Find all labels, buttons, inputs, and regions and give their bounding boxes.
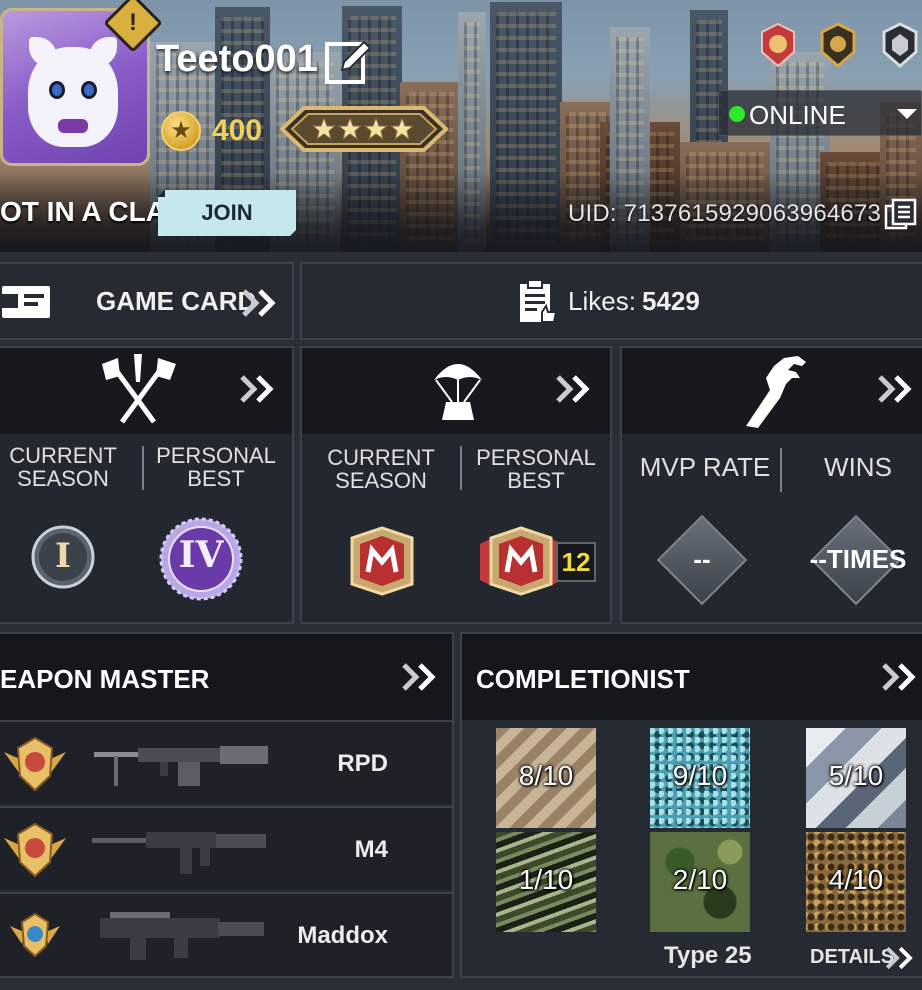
join-clan-button[interactable]: JOIN (158, 190, 296, 236)
camo-arctic-tile[interactable]: 5/10 (806, 728, 906, 828)
br-rank-badge-icon (350, 526, 414, 596)
avatar-eye (49, 81, 65, 99)
parachute-crate-icon (434, 364, 482, 420)
avatar-bow (58, 119, 88, 133)
avatar-eye (81, 81, 97, 99)
gold-winged-badge-icon (4, 736, 66, 792)
warning-glyph: ! (129, 9, 137, 36)
details-button[interactable]: DETAILS (810, 946, 894, 969)
best-rank-count-badge: 12 (556, 542, 596, 582)
wins-label: WINS (824, 452, 892, 482)
likes-label: Likes: (568, 286, 636, 316)
chevron-right-double-icon (400, 660, 442, 694)
zombies-stats-panel[interactable]: MVP RATE WINS -- --TIMES (620, 346, 922, 624)
camo-woodland-tile[interactable]: 2/10 (650, 832, 750, 932)
camo-progress: 2/10 (672, 864, 728, 895)
chevron-right-double-icon[interactable] (884, 944, 918, 972)
multiplayer-rank-panel[interactable]: CURRENT SEASON PERSONAL BEST I IV (0, 346, 294, 624)
completionist-header: COMPLETIONIST (462, 634, 922, 720)
personal-best-label: PERSONAL BEST (156, 443, 276, 491)
battle-royale-rank-panel[interactable]: CURRENT SEASON PERSONAL BEST 12 (300, 346, 612, 624)
divider (142, 446, 144, 490)
gold-winged-badge-icon (4, 822, 66, 878)
divider (460, 446, 462, 490)
clipboard-like-icon (520, 279, 558, 323)
weapon-row[interactable]: M4 (0, 806, 452, 890)
online-status-dropdown[interactable]: ONLINE (718, 90, 922, 136)
weapon-name: RPD (337, 750, 388, 777)
gold-blue-badge-icon (10, 912, 60, 958)
maddox-gun-icon (100, 912, 264, 960)
weapon-row[interactable]: RPD (0, 720, 452, 804)
mvp-rate-label: MVP RATE (639, 452, 771, 482)
profile-header: ! Teeto001 ★ 400 ONLINE OT IN A CLAN JOI… (0, 0, 922, 252)
completionist-title: COMPLETIONIST (476, 664, 690, 694)
edit-name-button[interactable] (324, 36, 372, 86)
camo-tiger-tile[interactable]: 1/10 (496, 832, 596, 932)
wins-value: --TIMES (809, 544, 907, 574)
current-season-label: CURRENT SEASON (327, 445, 435, 493)
weapon-name: M4 (354, 836, 388, 863)
weapon-master-header: EAPON MASTER (0, 634, 452, 720)
rpd-gun-icon (94, 746, 268, 786)
camo-stripes-tile[interactable]: 8/10 (496, 728, 596, 828)
chevron-right-double-icon (238, 372, 280, 406)
camo-progress: 8/10 (518, 760, 574, 791)
star-coin-icon: ★ (161, 111, 201, 151)
current-season-label: CURRENT SEASON (9, 443, 117, 491)
silver-medal-icon[interactable] (880, 22, 920, 68)
status-text: ONLINE (749, 100, 846, 130)
player-name: Teeto001 (156, 38, 318, 80)
camo-progress: 5/10 (828, 760, 884, 791)
game-card-label: GAME CARD (96, 286, 257, 316)
currency-value: 400 (212, 114, 263, 147)
likes-panel: Likes: 5429 (300, 262, 922, 340)
divider (780, 448, 782, 492)
current-rank-numeral: I (55, 536, 71, 576)
gold-skull-medal-icon[interactable] (818, 22, 858, 68)
weapon-row[interactable]: Maddox (0, 892, 452, 976)
camo-progress: 9/10 (672, 760, 728, 791)
copy-uid-icon[interactable] (884, 198, 918, 230)
chevron-down-icon (897, 109, 917, 119)
m4-gun-icon (92, 832, 266, 874)
weapon-master-title: EAPON MASTER (0, 664, 210, 694)
chevron-right-double-icon (880, 660, 922, 694)
camo-digital-tile[interactable]: 9/10 (650, 728, 750, 828)
chevron-right-double-icon (240, 286, 282, 320)
red-lion-medal-icon[interactable] (758, 22, 798, 68)
chevron-right-double-icon (876, 372, 918, 406)
zombie-hand-icon (746, 356, 806, 428)
likes-value: 5429 (642, 286, 700, 316)
mvp-value: -- (693, 544, 711, 574)
br-rank-badge-icon (480, 526, 562, 596)
player-uid: UID: 7137615929063964673 (568, 200, 882, 227)
camo-progress: 1/10 (518, 864, 574, 895)
id-card-icon (0, 286, 50, 318)
completionist-panel[interactable]: COMPLETIONIST 8/10 9/10 5/10 1/10 2/10 4… (460, 632, 922, 978)
chevron-right-double-icon (554, 372, 596, 406)
online-dot-icon (729, 106, 745, 122)
best-rank-numeral: IV (178, 534, 224, 576)
camo-progress: 4/10 (828, 864, 884, 895)
medal-icons (756, 22, 922, 72)
personal-best-label: PERSONAL BEST (476, 445, 596, 493)
rank-emblem-icon (280, 106, 448, 152)
edit-icon (325, 40, 372, 84)
weapon-caption: Type 25 (664, 942, 752, 969)
camo-desert-tile[interactable]: 4/10 (806, 832, 906, 932)
weapon-name: Maddox (297, 922, 388, 949)
weapon-master-panel[interactable]: EAPON MASTER RPD M4 Maddox (0, 632, 454, 978)
crossed-swords-icon (102, 354, 176, 424)
game-card-button[interactable]: GAME CARD (0, 262, 294, 340)
